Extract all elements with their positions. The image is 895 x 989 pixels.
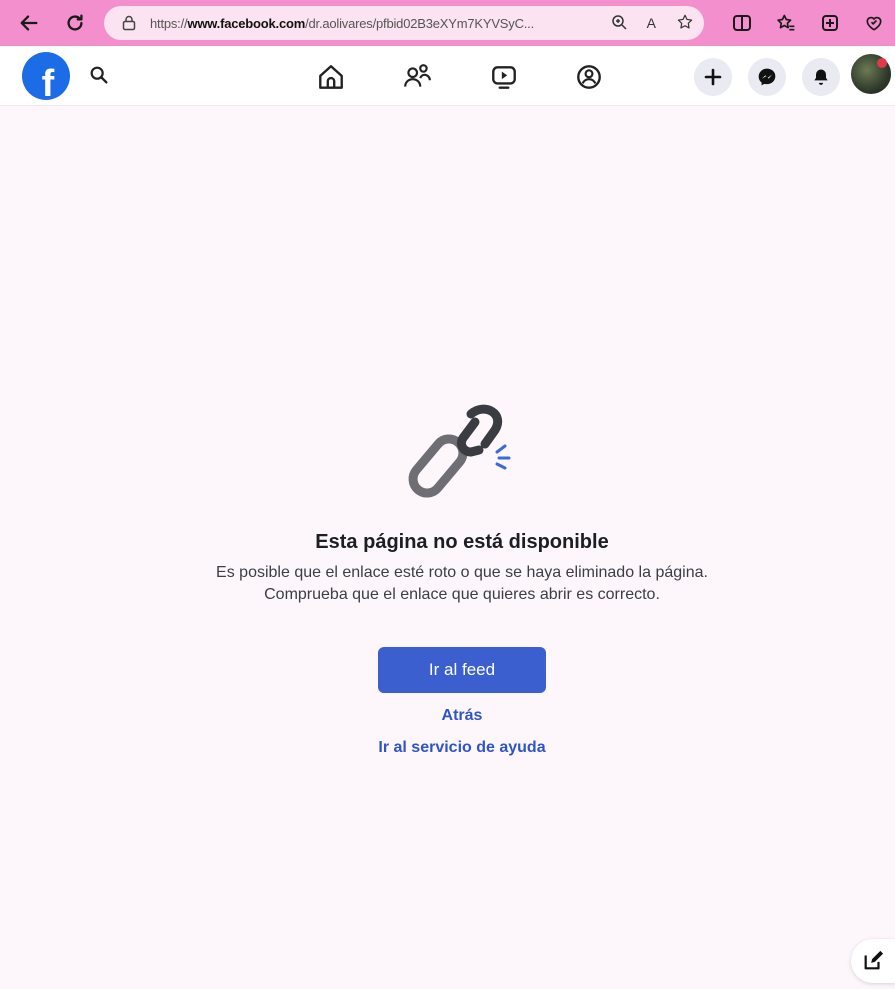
facebook-logo[interactable]: f <box>22 52 70 100</box>
back-link[interactable]: Atrás <box>0 707 895 725</box>
home-icon[interactable] <box>314 60 348 94</box>
star-icon[interactable] <box>676 13 694 34</box>
favorites-icon[interactable] <box>773 8 799 38</box>
url-domain: www.facebook.com <box>187 15 306 31</box>
facebook-logo-letter: f <box>41 63 55 100</box>
compose-icon[interactable] <box>851 939 895 983</box>
error-description: Es posible que el enlace esté roto o que… <box>216 564 708 603</box>
error-page: Esta página no está disponible Es posibl… <box>0 107 895 989</box>
groups-icon[interactable] <box>572 60 606 94</box>
bell-icon[interactable] <box>802 58 840 96</box>
url-prefix: https:// <box>150 15 188 31</box>
collections-icon[interactable] <box>817 8 843 38</box>
facebook-header: f <box>0 46 895 106</box>
video-icon[interactable] <box>487 60 521 94</box>
split-screen-icon[interactable] <box>729 8 755 38</box>
search-icon[interactable] <box>88 64 112 88</box>
reload-icon[interactable] <box>60 8 90 38</box>
back-arrow-icon[interactable] <box>14 8 44 38</box>
go-to-feed-button[interactable]: Ir al feed <box>378 647 546 693</box>
broken-link-icon <box>405 400 515 510</box>
avatar[interactable] <box>849 52 893 96</box>
notification-dot <box>877 58 887 68</box>
friends-icon[interactable] <box>400 60 434 94</box>
read-aloud-icon[interactable]: A <box>647 15 656 31</box>
browser-toolbar: https://www.facebook.com/dr.aolivares/pf… <box>0 0 895 46</box>
address-bar[interactable]: https://www.facebook.com/dr.aolivares/pf… <box>104 6 704 40</box>
help-center-link[interactable]: Ir al servicio de ayuda <box>0 739 895 757</box>
heart-extension-icon[interactable] <box>861 8 887 38</box>
messenger-icon[interactable] <box>748 58 786 96</box>
error-title: Esta página no está disponible <box>315 531 609 553</box>
url-path: /dr.aolivares/pfbid02B3eXYm7KYVSyC... <box>305 15 535 31</box>
zoom-icon[interactable] <box>611 14 627 33</box>
url-text: https://www.facebook.com/dr.aolivares/pf… <box>150 16 570 31</box>
lock-icon[interactable] <box>120 14 138 32</box>
plus-icon[interactable] <box>694 58 732 96</box>
